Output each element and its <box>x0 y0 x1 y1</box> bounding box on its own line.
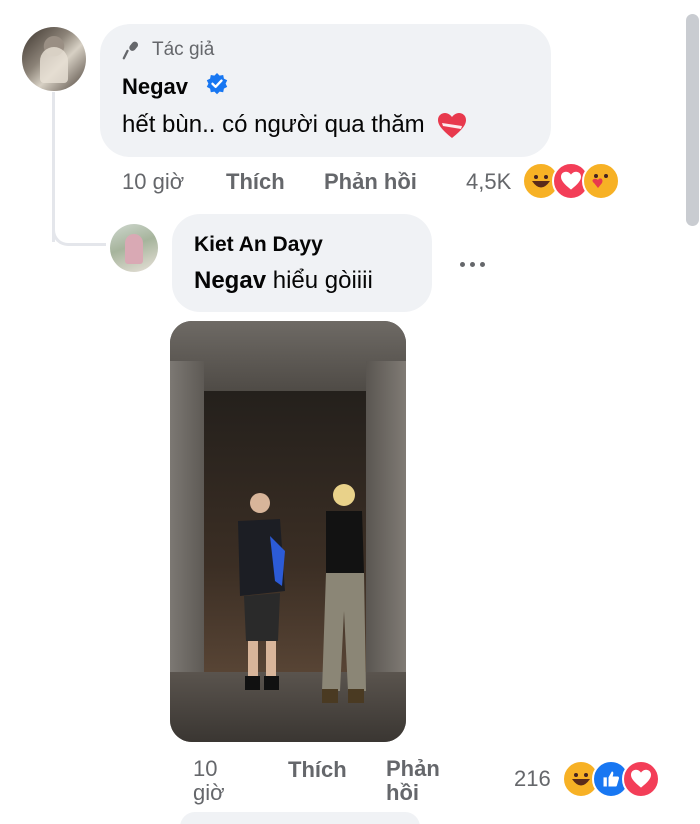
photo-person-right <box>322 484 366 703</box>
author-badge: Tác giả <box>122 39 214 61</box>
reply-timestamp-line1: 10 <box>193 756 218 781</box>
mending-heart-icon <box>438 112 467 138</box>
reply-reaction-count[interactable]: 216 <box>514 766 551 792</box>
scrollbar[interactable] <box>686 14 699 226</box>
reply-reactions[interactable] <box>562 760 660 798</box>
thread-connector <box>52 210 106 246</box>
comment-timestamp[interactable]: 10 giờ <box>122 169 184 195</box>
photo-person-left <box>238 493 285 690</box>
comment-author-name[interactable]: Negav <box>122 74 188 100</box>
comment-reply-button[interactable]: Phản hồi <box>324 169 417 195</box>
love-icon <box>622 760 660 798</box>
reply-reply-line1: Phản <box>386 756 440 781</box>
reply-reply-line2: hồi <box>386 780 419 805</box>
reply-timestamp-line2: giờ <box>193 780 225 805</box>
comment-reactions[interactable] <box>522 162 620 200</box>
author-badge-label: Tác giả <box>152 39 215 60</box>
reply-author-name[interactable]: Kiet An Dayy <box>194 233 323 257</box>
more-options-button[interactable] <box>452 254 492 274</box>
next-comment-bubble <box>180 812 420 824</box>
reply-photo[interactable] <box>170 321 406 742</box>
comment-reaction-count[interactable]: 4,5K <box>466 169 511 195</box>
reply-reply-button[interactable]: Phản hồi <box>386 757 440 805</box>
microphone-icon <box>122 41 139 60</box>
care-icon <box>582 162 620 200</box>
reply-bubble: Kiet An Dayy Negav hiểu gòiiii <box>172 214 432 312</box>
reply-mention[interactable]: Negav <box>194 267 266 294</box>
comment-like-button[interactable]: Thích <box>226 169 285 195</box>
verified-badge-icon <box>206 73 228 95</box>
comment-text: hết bùn.. có người qua thăm <box>122 111 467 140</box>
comment-body: hết bùn.. có người qua thăm <box>122 111 425 138</box>
avatar-kiet-an-dayy[interactable] <box>110 224 158 272</box>
reply-like-button[interactable]: Thích <box>288 757 347 783</box>
reply-body: hiểu gòiiii <box>266 267 373 294</box>
reply-timestamp[interactable]: 10 giờ <box>193 757 225 805</box>
reply-text: Negav hiểu gòiiii <box>194 267 373 295</box>
comment-bubble: Tác giả Negav hết bùn.. có người qua thă… <box>100 24 551 157</box>
avatar-negav[interactable] <box>22 27 86 91</box>
